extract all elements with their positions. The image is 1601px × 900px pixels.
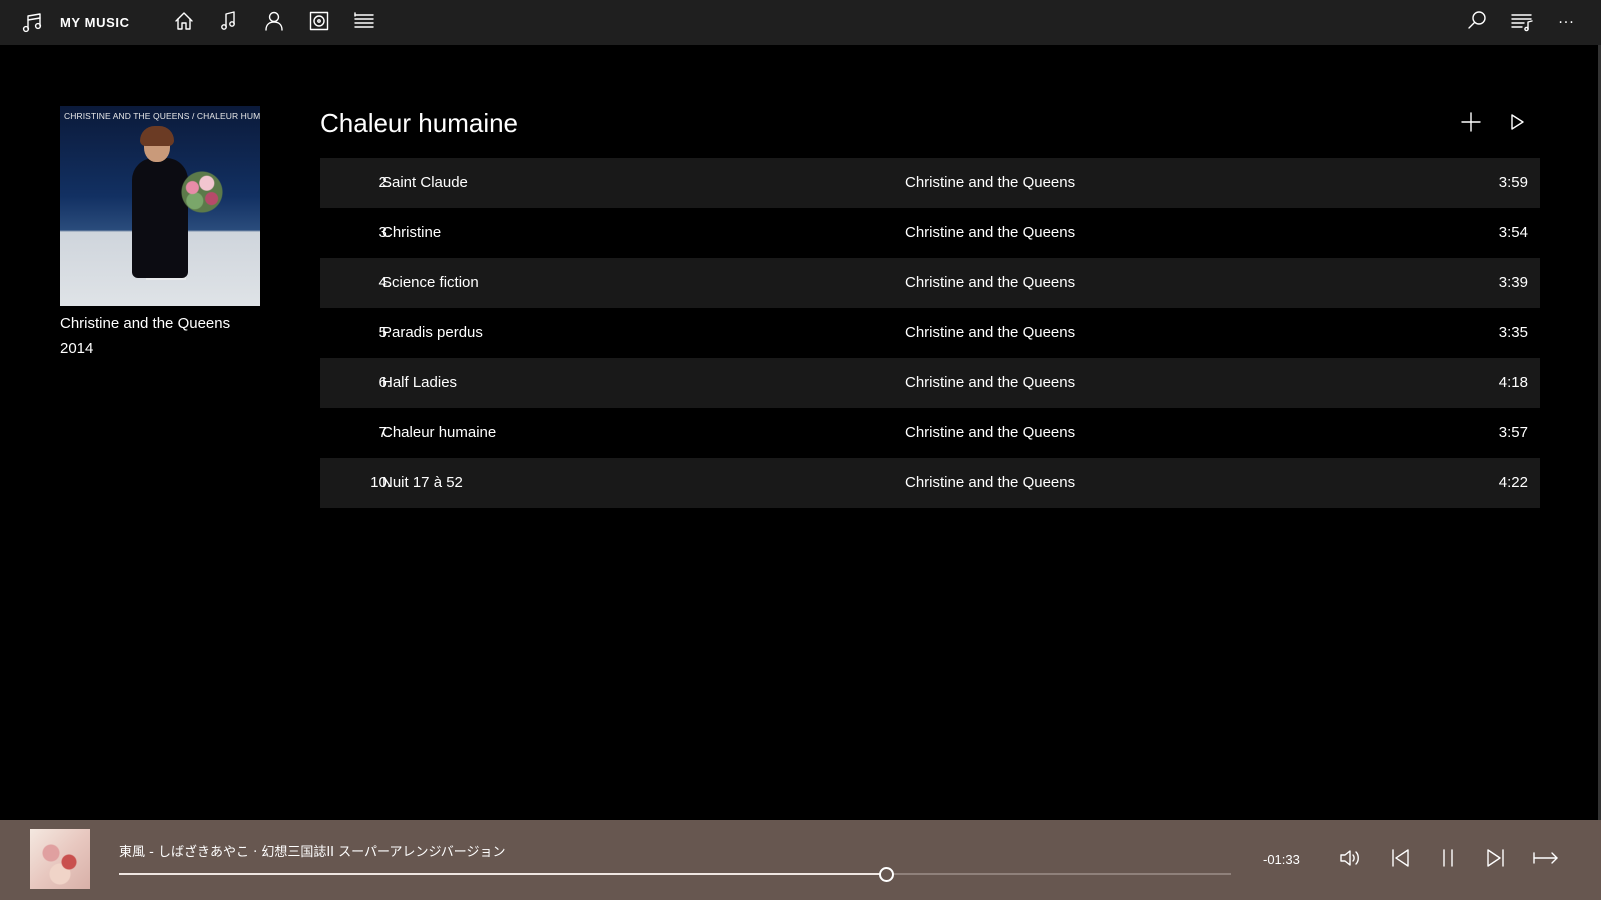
previous-button[interactable] (1380, 840, 1420, 880)
seek-bar[interactable] (119, 867, 1231, 882)
skip-previous-icon (1389, 847, 1411, 873)
track-row[interactable]: 10. Nuit 17 à 52 Christine and the Queens 4… (320, 458, 1540, 508)
app-title: MY MUSIC (60, 15, 130, 30)
cover-figure-hair (140, 126, 174, 146)
track-row[interactable]: 2. Saint Claude Christine and the Queens 3:… (320, 158, 1540, 208)
music-app: MY MUSIC ··· CHRISTINE AND THE QUEENS / … (0, 0, 1601, 900)
add-to-button[interactable] (1451, 104, 1491, 144)
queue-icon (1510, 10, 1534, 36)
music-note-icon (20, 10, 46, 36)
track-artist[interactable]: Christine and the Queens (905, 224, 1075, 241)
track-artist[interactable]: Christine and the Queens (905, 274, 1075, 291)
nav-playlists-button[interactable] (342, 0, 387, 45)
track-title: Half Ladies (382, 374, 458, 391)
track-duration: 3:35 (1498, 324, 1528, 341)
next-button[interactable] (1476, 840, 1516, 880)
track-title: Christine (382, 224, 442, 241)
track-row[interactable]: 5. Paradis perdus Christine and the Queens… (320, 308, 1540, 358)
track-artist[interactable]: Christine and the Queens (905, 174, 1075, 191)
page-title: Chaleur humaine (320, 108, 519, 138)
track-list: 2. Saint Claude Christine and the Queens 3:… (320, 158, 1540, 508)
seek-thumb[interactable] (879, 867, 895, 882)
plus-icon (1460, 111, 1482, 137)
more-icon: ··· (1558, 14, 1575, 31)
search-icon (1466, 10, 1488, 36)
music-note-icon (218, 10, 240, 36)
top-right-tools: ··· (1454, 0, 1589, 45)
cover-flowers (178, 170, 226, 214)
track-duration: 4:18 (1498, 374, 1528, 391)
track-row[interactable]: 4. Science fiction Christine and the Queen… (320, 258, 1540, 308)
track-artist[interactable]: Christine and the Queens (905, 374, 1075, 391)
track-duration: 4:22 (1498, 474, 1528, 491)
volume-button[interactable] (1330, 840, 1370, 880)
brand: MY MUSIC (20, 10, 130, 36)
track-row[interactable]: 3. Christine Christine and the Queens 3:54 (320, 208, 1540, 258)
album-cover[interactable]: CHRISTINE AND THE QUEENS / CHALEUR HUMAI… (60, 106, 260, 306)
home-icon (173, 10, 195, 36)
album-year: 2014 (60, 340, 94, 357)
nav-albums-button[interactable] (297, 0, 342, 45)
track-title: Chaleur humaine (382, 424, 497, 441)
pause-button[interactable] (1428, 840, 1468, 880)
arrow-right-bar-icon (1532, 847, 1560, 873)
search-button[interactable] (1454, 0, 1499, 45)
track-title: Saint Claude (382, 174, 468, 191)
track-artist[interactable]: Christine and the Queens (905, 474, 1075, 491)
main-nav (162, 0, 387, 45)
nav-home-button[interactable] (162, 0, 207, 45)
track-duration: 3:59 (1498, 174, 1528, 191)
play-album-button[interactable] (1497, 104, 1537, 144)
album-icon (308, 10, 330, 36)
track-artist[interactable]: Christine and the Queens (905, 324, 1075, 341)
person-icon (263, 10, 285, 36)
album-actions (1451, 104, 1543, 144)
now-playing-cover[interactable] (30, 829, 90, 889)
track-title: Nuit 17 à 52 (382, 474, 463, 491)
album-cover-text: CHRISTINE AND THE QUEENS / CHALEUR HUMAI… (64, 111, 260, 121)
playlist-icon (353, 10, 375, 36)
volume-icon (1338, 847, 1362, 873)
nav-songs-button[interactable] (207, 0, 252, 45)
player-bar: 東風 - しばざきあやこ · 幻想三国誌II スーパーアレンジバージョン -01… (0, 820, 1601, 900)
track-duration: 3:54 (1498, 224, 1528, 241)
mini-view-button[interactable] (1526, 840, 1566, 880)
album-artist-link[interactable]: Christine and the Queens (60, 315, 230, 332)
track-duration: 3:57 (1498, 424, 1528, 441)
cover-figure-body (132, 158, 188, 278)
track-duration: 3:39 (1498, 274, 1528, 291)
now-playing-button[interactable] (1499, 0, 1544, 45)
track-artist[interactable]: Christine and the Queens (905, 424, 1075, 441)
track-title: Paradis perdus (382, 324, 483, 341)
track-title: Science fiction (382, 274, 479, 291)
play-icon (1507, 112, 1527, 136)
time-remaining: -01:33 (1263, 852, 1300, 867)
top-bar: MY MUSIC ··· (0, 0, 1601, 45)
track-row[interactable]: 7. Chaleur humaine Christine and the Queen… (320, 408, 1540, 458)
pause-icon (1438, 847, 1458, 873)
nav-artists-button[interactable] (252, 0, 297, 45)
now-playing-title[interactable]: 東風 - しばざきあやこ · 幻想三国誌II スーパーアレンジバージョン (119, 841, 505, 860)
seek-progress (119, 873, 887, 875)
track-row[interactable]: 6. Half Ladies Christine and the Queens 4:1… (320, 358, 1540, 408)
skip-next-icon (1485, 847, 1507, 873)
more-button[interactable]: ··· (1544, 0, 1589, 45)
